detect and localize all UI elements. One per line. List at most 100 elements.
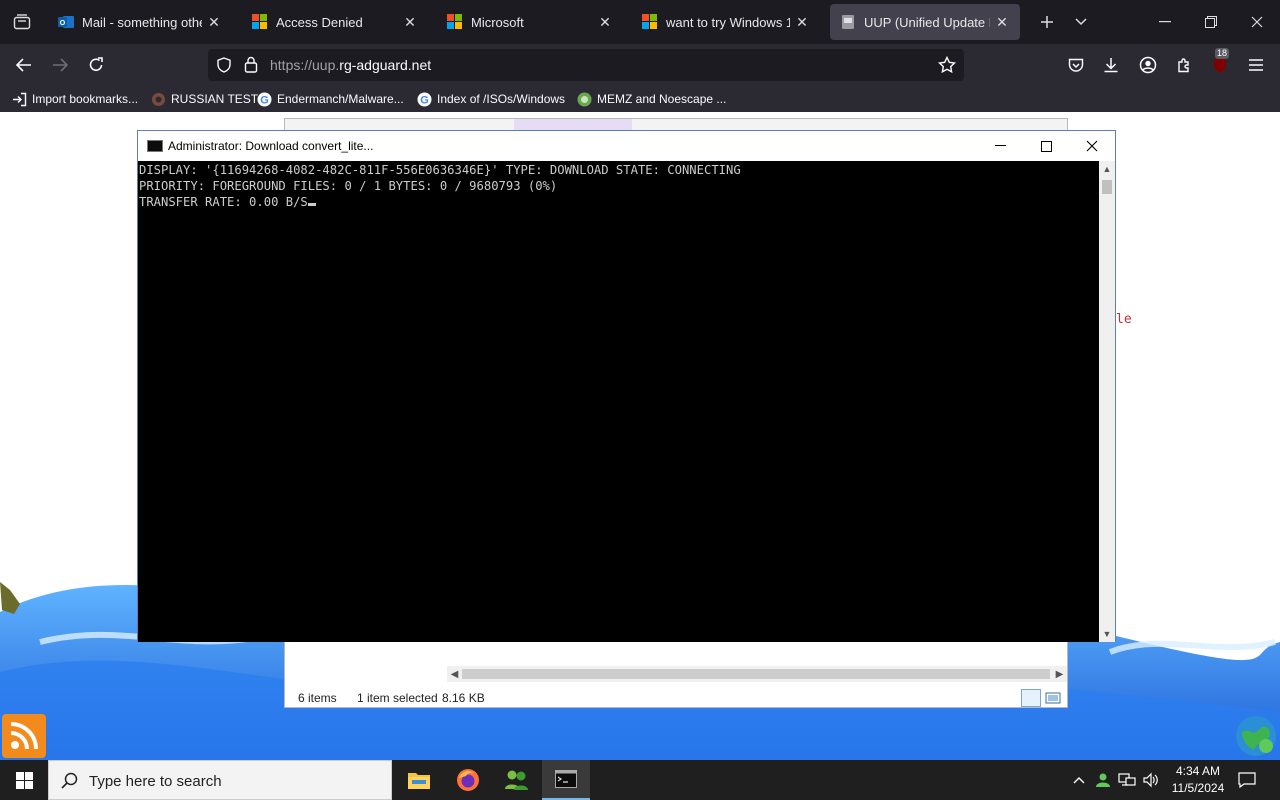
status-selected: 1 item selected xyxy=(357,691,438,705)
network-icon[interactable] xyxy=(1116,760,1138,800)
console-line: DISPLAY: '{11694268-4082-482C-811F-556E0… xyxy=(139,163,741,177)
uup-icon xyxy=(840,14,856,30)
console-line-last: TRANSFER RATE: 0.00 B/S xyxy=(139,194,1099,210)
status-item-count: 6 items xyxy=(298,691,337,705)
import-icon xyxy=(12,92,27,107)
tab-mail[interactable]: O Mail - something other than ✕ xyxy=(48,4,232,40)
user-tray-icon[interactable] xyxy=(1092,760,1114,800)
console-close-icon[interactable] xyxy=(1069,131,1115,161)
console-maximize-icon[interactable] xyxy=(1023,131,1069,161)
explorer-status-bar: 6 items 1 item selected 8.16 KB xyxy=(285,687,1067,709)
details-view-icon[interactable] xyxy=(1021,689,1041,707)
console-minimize-icon[interactable] xyxy=(977,131,1023,161)
console-output[interactable]: DISPLAY: '{11694268-4082-482C-811F-556E0… xyxy=(138,161,1099,642)
tab-access-denied[interactable]: Access Denied ✕ xyxy=(242,4,428,40)
bookmark-isos-windows[interactable]: G Index of /ISOs/Windows xyxy=(417,90,565,108)
bookmarks-toolbar: Import bookmarks... RUSSIAN TEST G Ender… xyxy=(0,86,1280,112)
close-window-icon[interactable] xyxy=(1234,0,1280,44)
url-domain: rg-adguard.net xyxy=(339,57,432,73)
account-icon[interactable] xyxy=(1134,51,1162,79)
taskbar-search-box[interactable]: Type here to search xyxy=(48,760,392,800)
search-placeholder: Type here to search xyxy=(89,773,222,790)
close-tab-icon[interactable]: ✕ xyxy=(794,14,810,31)
windows-start-icon[interactable] xyxy=(0,760,48,800)
text-cursor xyxy=(307,203,316,206)
tab-microsoft[interactable]: Microsoft ✕ xyxy=(437,4,623,40)
tab-overview-icon[interactable] xyxy=(8,8,36,36)
scrollbar-thumb[interactable] xyxy=(462,669,1050,679)
show-hidden-icons-chevron-icon[interactable] xyxy=(1068,760,1090,800)
scroll-right-icon[interactable]: ▶ xyxy=(1052,666,1067,682)
search-icon xyxy=(61,772,78,794)
extensions-icon[interactable] xyxy=(1170,51,1198,79)
microsoft-logo-icon xyxy=(252,14,268,30)
list-all-tabs-chevron-icon[interactable] xyxy=(1058,0,1104,44)
url-text[interactable]: https://uup.rg-adguard.net xyxy=(270,57,431,73)
file-explorer-icon[interactable] xyxy=(395,760,443,800)
restore-icon[interactable] xyxy=(1188,0,1234,44)
bookmark-label: Index of /ISOs/Windows xyxy=(437,92,566,106)
firefox-icon[interactable] xyxy=(444,760,492,800)
browser-tab-bar: O Mail - something other than ✕ Access D… xyxy=(0,0,1280,44)
memz-icon xyxy=(577,92,592,107)
bookmark-import[interactable]: Import bookmarks... xyxy=(12,90,138,108)
status-size: 8.16 KB xyxy=(442,691,485,705)
taskbar: Type here to search 4:34 AM 11/5/2024 xyxy=(0,760,1280,800)
russian-test-icon xyxy=(151,92,166,107)
url-bar[interactable]: https://uup.rg-adguard.net xyxy=(208,49,964,81)
tab-label: UUP (Unified Update Platf xyxy=(864,14,990,30)
scroll-left-icon[interactable]: ◀ xyxy=(447,666,462,682)
reload-icon[interactable] xyxy=(82,51,110,79)
hamburger-menu-icon[interactable] xyxy=(1242,51,1270,79)
tab-uup[interactable]: UUP (Unified Update Platf ✕ xyxy=(830,4,1020,40)
browser-nav-bar: https://uup.rg-adguard.net 18 xyxy=(0,44,1280,86)
minimize-icon[interactable] xyxy=(1142,0,1188,44)
bookmark-star-icon[interactable] xyxy=(937,55,957,79)
close-tab-icon[interactable]: ✕ xyxy=(206,14,222,31)
clock-time: 4:34 AM xyxy=(1175,764,1221,778)
explorer-horizontal-scrollbar[interactable]: ◀ ▶ xyxy=(447,666,1067,682)
scroll-down-icon[interactable]: ▼ xyxy=(1099,626,1115,642)
tab-label: Access Denied xyxy=(276,14,363,30)
close-tab-icon[interactable]: ✕ xyxy=(402,14,418,31)
volume-icon[interactable] xyxy=(1140,760,1162,800)
console-title: Administrator: Download convert_lite... xyxy=(168,139,374,153)
google-icon: G xyxy=(257,92,272,107)
tab-label: Mail - something other than xyxy=(82,14,202,30)
bookmark-label: MEMZ and Noescape ... xyxy=(597,92,727,106)
tab-label: want to try Windows 11 24 xyxy=(666,14,790,30)
scroll-up-icon[interactable]: ▲ xyxy=(1099,161,1115,177)
back-icon[interactable] xyxy=(10,51,38,79)
rss-feed-desktop-icon[interactable] xyxy=(2,714,46,758)
microsoft-logo-icon xyxy=(642,14,658,30)
bookmark-memz[interactable]: MEMZ and Noescape ... xyxy=(577,90,726,108)
tab-windows-11[interactable]: want to try Windows 11 24 ✕ xyxy=(632,4,820,40)
tracking-protection-shield-icon[interactable] xyxy=(216,57,232,78)
downloads-icon[interactable] xyxy=(1097,51,1125,79)
globe-desktop-icon[interactable] xyxy=(1234,714,1278,758)
taskbar-clock[interactable]: 4:34 AM 11/5/2024 xyxy=(1162,763,1234,797)
console-title-bar[interactable]: Administrator: Download convert_lite... xyxy=(138,131,1115,161)
lock-icon[interactable] xyxy=(244,56,258,78)
command-prompt-icon[interactable] xyxy=(542,760,590,800)
forward-icon[interactable] xyxy=(46,51,74,79)
bookmark-endermanch[interactable]: G Endermanch/Malware... xyxy=(257,90,404,108)
people-icon[interactable] xyxy=(493,760,541,800)
ublock-extension-icon[interactable]: 18 xyxy=(1206,48,1234,79)
large-icons-view-icon[interactable] xyxy=(1043,689,1063,707)
console-vertical-scrollbar[interactable]: ▲ ▼ xyxy=(1099,161,1115,642)
notification-center-icon[interactable] xyxy=(1234,760,1260,800)
command-prompt-icon xyxy=(147,140,163,152)
console-line: PRIORITY: FOREGROUND FILES: 0 / 1 BYTES:… xyxy=(139,179,558,193)
close-tab-icon[interactable]: ✕ xyxy=(994,14,1010,31)
svg-text:G: G xyxy=(260,94,269,106)
bookmark-russian-test[interactable]: RUSSIAN TEST xyxy=(151,90,258,108)
close-tab-icon[interactable]: ✕ xyxy=(597,14,613,31)
desktop-area: le ◀ ▶ 6 items 1 item selected 8.16 KB A… xyxy=(0,112,1280,760)
pocket-icon[interactable] xyxy=(1062,51,1090,79)
bookmark-label: Import bookmarks... xyxy=(32,92,139,106)
scrollbar-thumb[interactable] xyxy=(1102,180,1112,194)
console-window: Administrator: Download convert_lite... … xyxy=(137,130,1116,642)
bookmark-label: Endermanch/Malware... xyxy=(277,92,404,106)
svg-text:G: G xyxy=(420,94,429,106)
